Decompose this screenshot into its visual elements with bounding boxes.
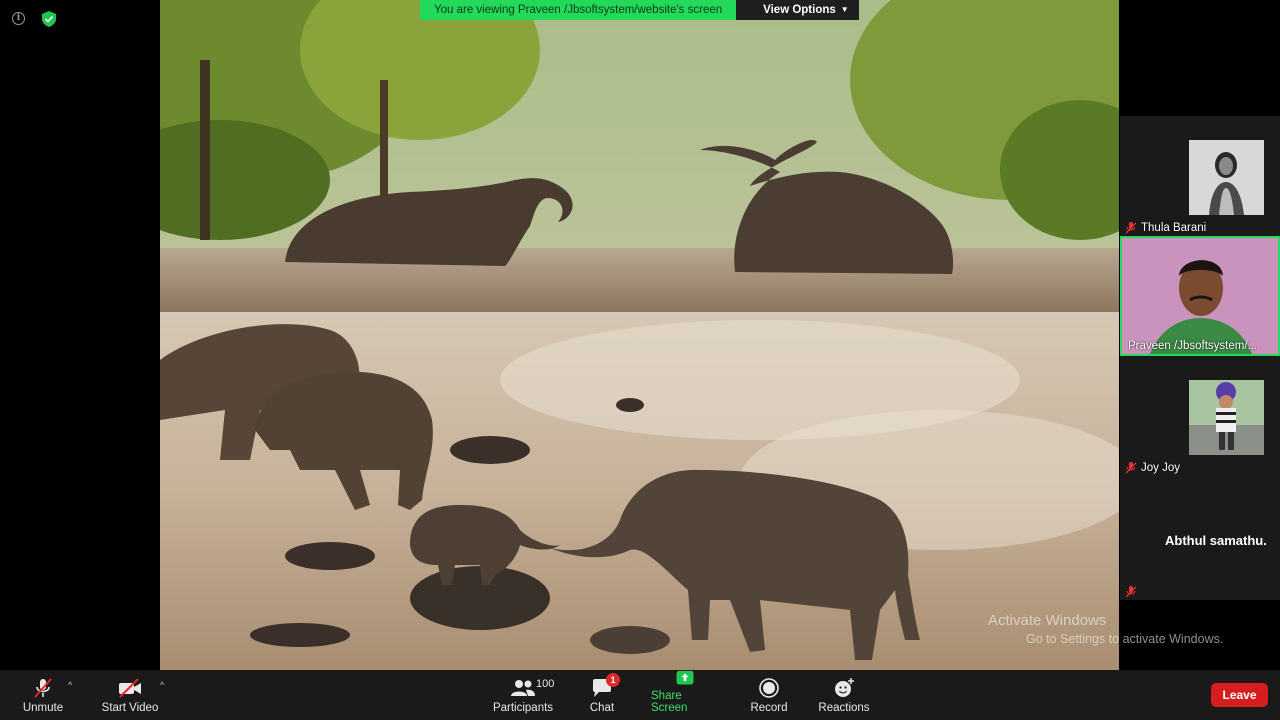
participant-video — [1122, 238, 1278, 354]
smiley-plus-icon — [835, 678, 854, 697]
record-label: Record — [750, 702, 788, 714]
mic-muted-icon — [1126, 462, 1136, 474]
start-video-label: Start Video — [101, 702, 159, 714]
chat-label: Chat — [589, 702, 615, 714]
participant-name: Thula Barani — [1126, 222, 1206, 234]
chevron-down-icon: ▼ — [840, 5, 849, 14]
leave-meeting-button[interactable]: Leave — [1211, 683, 1268, 707]
participants-icon — [511, 680, 535, 696]
participant-avatar — [1189, 380, 1264, 455]
participant-name — [1126, 586, 1136, 598]
viewing-screen-text: You are viewing Praveen /Jbsoftsystem/we… — [420, 0, 737, 20]
mic-muted-icon — [1126, 222, 1136, 234]
video-options-caret[interactable]: ^ — [160, 680, 164, 690]
view-options-button[interactable]: View Options ▼ — [736, 0, 859, 20]
reactions-button[interactable]: Reactions — [817, 670, 871, 720]
meeting-toolbar: Unmute ^ Start Video ^ Participants 100 … — [0, 670, 1280, 720]
reactions-label: Reactions — [818, 702, 870, 714]
participant-avatar — [1189, 140, 1264, 215]
video-off-icon — [119, 678, 141, 698]
mic-muted-icon — [1126, 586, 1136, 598]
meeting-info-icon[interactable]: i — [12, 12, 25, 25]
participant-video-panel: Thula Barani Praveen /Jbsoftsystem/... J… — [1120, 116, 1280, 600]
audio-options-caret[interactable]: ^ — [68, 680, 72, 690]
share-screen-label: Share Screen — [651, 690, 688, 714]
participant-tile-praveen[interactable]: Praveen /Jbsoftsystem/... — [1120, 236, 1280, 356]
share-screen-icon — [676, 670, 694, 685]
unmute-button[interactable]: Unmute — [20, 670, 66, 720]
chat-unread-badge: 1 — [606, 673, 620, 687]
participants-count: 100 — [536, 678, 555, 690]
view-options-label: View Options — [763, 4, 836, 16]
participant-name: Joy Joy — [1126, 462, 1180, 474]
participant-name-large: Abthul samathu. — [1165, 533, 1267, 548]
record-icon — [759, 678, 779, 698]
participants-label: Participants — [492, 702, 554, 714]
participant-name: Praveen /Jbsoftsystem/... — [1128, 340, 1258, 352]
encryption-shield-icon[interactable] — [42, 11, 56, 27]
participant-tile-abthul[interactable]: Abthul samathu. — [1120, 480, 1280, 600]
start-video-button[interactable]: Start Video — [100, 670, 160, 720]
mic-muted-icon — [34, 678, 52, 698]
record-button[interactable]: Record — [749, 670, 789, 720]
participant-tile-thula-barani[interactable]: Thula Barani — [1120, 116, 1280, 236]
elephants-photo — [160, 0, 1119, 670]
share-screen-button[interactable]: Share Screen — [651, 670, 719, 720]
screen-share-banner: You are viewing Praveen /Jbsoftsystem/we… — [420, 0, 859, 20]
participant-tile-joy-joy[interactable]: Joy Joy — [1120, 356, 1280, 476]
shared-screen — [160, 0, 1119, 670]
unmute-label: Unmute — [22, 702, 64, 714]
